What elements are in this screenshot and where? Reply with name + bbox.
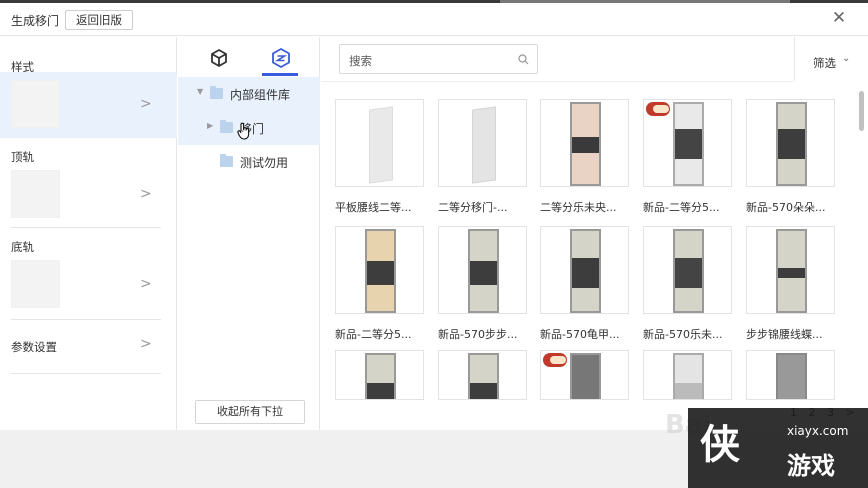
chevron-down-icon: ⌄ <box>842 53 851 64</box>
folder-icon <box>220 154 233 167</box>
search-placeholder: 搜索 <box>349 54 372 68</box>
search-input[interactable]: 搜索 <box>339 44 538 74</box>
product-card[interactable] <box>438 226 527 314</box>
product-card[interactable] <box>643 99 732 187</box>
title-bar: 生成移门 返回旧版 ✕ <box>0 3 868 36</box>
product-card[interactable] <box>335 226 424 314</box>
caret-down-icon[interactable]: ▼ <box>197 87 203 96</box>
style-thumbnail <box>11 80 60 128</box>
dialog-title: 生成移门 <box>11 14 60 28</box>
search-icon[interactable] <box>518 54 529 65</box>
product-label: 新品-二等分5... <box>643 201 720 214</box>
tree-item-internal-library[interactable]: ▼ 内部组件库 <box>178 77 320 111</box>
tree-item-label: 内部组件库 <box>230 88 291 102</box>
tree-item-label: 测试勿用 <box>240 156 289 170</box>
tree-item-test[interactable]: 测试勿用 <box>178 145 320 179</box>
product-card[interactable] <box>643 350 732 400</box>
hand-cursor-icon <box>237 122 250 140</box>
parameter-settings-label: 参数设置 <box>11 340 57 354</box>
product-card[interactable] <box>438 99 527 187</box>
new-badge-icon <box>543 353 567 367</box>
product-card[interactable] <box>540 226 629 314</box>
site-logo-glyph: 侠 <box>700 422 740 468</box>
style-row[interactable]: > <box>0 72 177 138</box>
product-card[interactable] <box>746 226 835 314</box>
return-old-version-button[interactable]: 返回旧版 <box>65 10 133 30</box>
filter-dropdown[interactable]: 筛选 ⌄ <box>794 37 868 81</box>
chevron-right-icon: > <box>140 96 152 112</box>
chevron-right-icon: > <box>140 336 152 352</box>
product-card[interactable] <box>335 99 424 187</box>
product-card[interactable] <box>746 350 835 400</box>
close-icon[interactable]: ✕ <box>830 9 848 27</box>
product-label: 二等分乐未央... <box>540 201 617 214</box>
product-label: 新品-570龟甲... <box>540 328 620 341</box>
scrollbar[interactable] <box>859 91 864 131</box>
product-card[interactable] <box>540 350 629 400</box>
parameter-settings-row[interactable]: 参数设置 > <box>0 322 177 367</box>
active-tab-indicator <box>262 73 298 76</box>
site-brand: 游戏 <box>787 452 835 480</box>
cube-icon[interactable] <box>208 47 230 69</box>
bottom-rail-thumbnail <box>11 260 60 308</box>
product-label: 二等分移门-... <box>438 201 508 214</box>
top-rail-thumbnail <box>11 170 60 218</box>
product-card[interactable] <box>335 350 424 400</box>
chevron-right-icon: > <box>140 186 152 202</box>
product-card[interactable] <box>438 350 527 400</box>
product-label: 新品-570朵朵... <box>746 201 826 214</box>
product-label: 新品-二等分5... <box>335 328 412 341</box>
chevron-right-icon: > <box>140 276 152 292</box>
category-panel: ▼ 内部组件库 ▶ 移门 测试勿用 收起所有下拉 <box>178 37 320 430</box>
generate-sliding-door-dialog: 生成移门 返回旧版 ✕ 样式 > 顶轨 > 底轨 > 参数设置 > ▼ 内部组件… <box>0 3 868 430</box>
product-label: 新品-570步步... <box>438 328 518 341</box>
category-tabs <box>178 37 320 77</box>
caret-right-icon[interactable]: ▶ <box>207 121 213 130</box>
bottom-rail-row[interactable]: > <box>0 252 177 318</box>
folder-icon <box>220 120 233 133</box>
library-icon[interactable] <box>270 47 292 69</box>
product-label: 步步锦腰线蝶... <box>746 328 823 341</box>
left-panel: 样式 > 顶轨 > 底轨 > 参数设置 > <box>0 37 177 430</box>
new-badge-icon <box>646 102 670 116</box>
product-label: 新品-570乐未... <box>643 328 723 341</box>
product-card[interactable] <box>540 99 629 187</box>
filter-label: 筛选 <box>813 56 836 70</box>
site-url: xiayx.com <box>787 424 849 438</box>
product-card[interactable] <box>746 99 835 187</box>
collapse-all-button[interactable]: 收起所有下拉 <box>195 400 305 424</box>
folder-icon <box>210 86 223 99</box>
top-rail-row[interactable]: > <box>0 162 177 228</box>
product-card[interactable] <box>643 226 732 314</box>
product-label: 平板腰线二等... <box>335 201 412 214</box>
product-panel: 搜索 筛选 ⌄ 平板腰线二等... 二等分移门-... 二等分乐未央... 新品… <box>321 37 868 430</box>
